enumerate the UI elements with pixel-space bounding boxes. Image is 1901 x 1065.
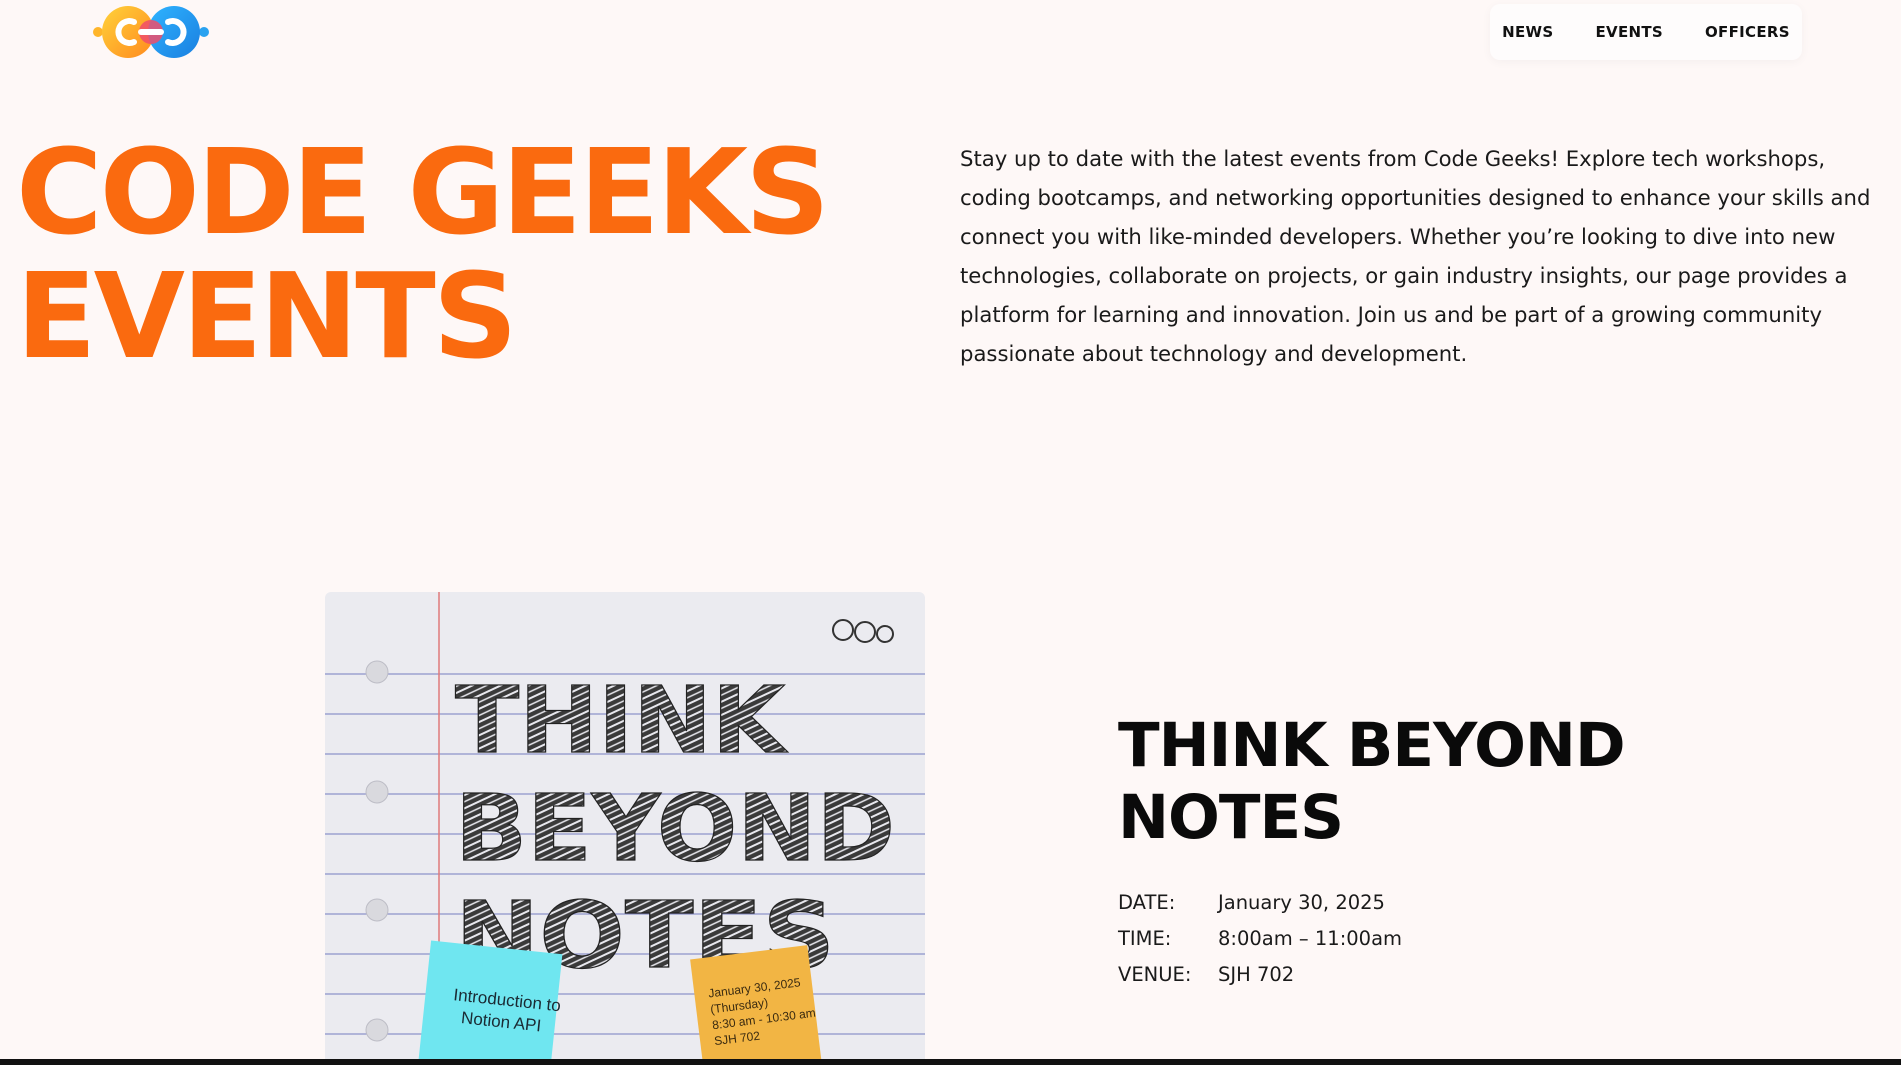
event-date-row: DATE: January 30, 2025: [1118, 884, 1402, 920]
event-time-row: TIME: 8:00am – 11:00am: [1118, 920, 1402, 956]
page-title-line1: CODE GEEKS: [16, 123, 830, 261]
event-details: DATE: January 30, 2025 TIME: 8:00am – 11…: [1118, 884, 1402, 992]
event-poster-image[interactable]: THINK BEYOND NOTES Introduction to Notio…: [325, 592, 925, 1065]
venue-label: VENUE:: [1118, 962, 1192, 986]
poster-graphic: THINK BEYOND NOTES Introduction to Notio…: [325, 592, 925, 1065]
code-geeks-logo[interactable]: [90, 4, 212, 58]
time-label: TIME:: [1118, 926, 1172, 950]
event-title-line1: THINK BEYOND: [1118, 710, 1626, 781]
poster-headline-line2: BEYOND: [455, 775, 895, 882]
nav-officers[interactable]: OFFICERS: [1705, 23, 1790, 41]
sticky-note-right: January 30, 2025 (Thursday) 8:30 am - 10…: [690, 945, 822, 1065]
event-title: THINK BEYOND NOTES: [1118, 710, 1626, 854]
page-title: CODE GEEKS EVENTS: [16, 123, 830, 385]
event-venue-row: VENUE: SJH 702: [1118, 956, 1402, 992]
sticky-note-left: Introduction to Notion API: [417, 940, 563, 1065]
time-value: 8:00am – 11:00am: [1218, 926, 1403, 950]
bottom-edge-bar: [0, 1059, 1901, 1065]
logo-icon: [93, 6, 209, 58]
date-label: DATE:: [1118, 890, 1176, 914]
poster-headline-line1: THINK: [455, 667, 789, 774]
events-page: NEWS EVENTS OFFICERS CODE GEEKS EVENTS S…: [0, 0, 1901, 1065]
page-title-line2: EVENTS: [16, 247, 518, 385]
event-title-line2: NOTES: [1118, 782, 1344, 853]
main-nav: NEWS EVENTS OFFICERS: [1490, 4, 1802, 60]
nav-news[interactable]: NEWS: [1502, 23, 1553, 41]
nav-events[interactable]: EVENTS: [1596, 23, 1664, 41]
hero-description: Stay up to date with the latest events f…: [960, 146, 1871, 366]
date-value: January 30, 2025: [1218, 890, 1385, 914]
venue-value: SJH 702: [1218, 962, 1295, 986]
